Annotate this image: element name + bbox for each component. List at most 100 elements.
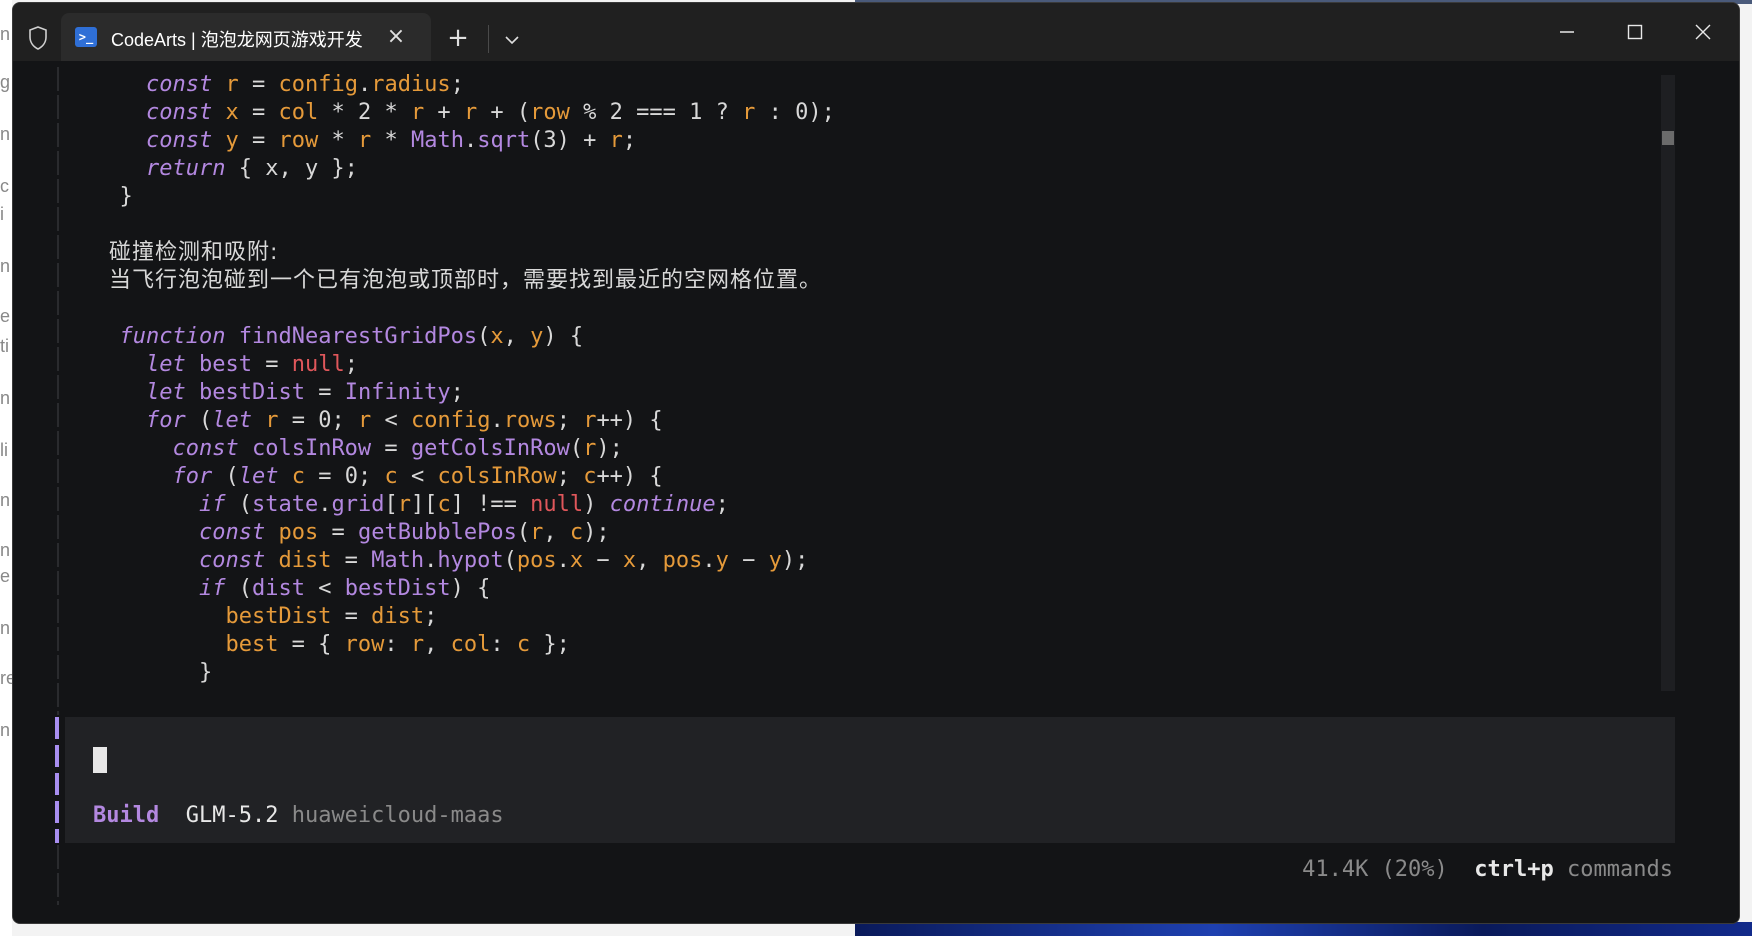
- code-token: +: [424, 100, 464, 125]
- code-token: ;: [344, 352, 358, 377]
- code-line: for (let r = 0; r < config.rows; r++) {: [93, 407, 835, 435]
- code-token: dist: [371, 604, 425, 629]
- code-token: dist: [251, 576, 305, 601]
- code-token: for: [145, 408, 186, 433]
- code-token: ;: [622, 128, 637, 153]
- code-token: colsInRow: [251, 436, 372, 461]
- code-token: <: [397, 464, 438, 489]
- code-token: col: [278, 100, 319, 125]
- close-window-button[interactable]: [1669, 3, 1737, 61]
- code-token: (: [185, 408, 213, 433]
- prompt-status-line: Build GLM-5.2 huaweicloud-maas: [93, 803, 504, 828]
- code-token: + (: [477, 100, 531, 125]
- code-token: (: [503, 548, 517, 573]
- code-token: ,: [503, 324, 531, 349]
- code-line: const dist = Math.hypot(pos.x − x, pos.y…: [93, 547, 835, 575]
- code-token: =: [331, 548, 372, 573]
- code-token: (3) +: [530, 128, 610, 153]
- code-token: r: [583, 408, 597, 433]
- mode-label[interactable]: Build: [93, 803, 159, 828]
- code-token: rows: [503, 408, 557, 433]
- code-token: ): [583, 492, 610, 517]
- code-line: if (dist < bestDist) {: [93, 575, 835, 603]
- code-token: row: [278, 128, 319, 153]
- title-bar: >_ CodeArts | 泡泡龙网页游戏开发 × +: [13, 3, 1739, 61]
- minimize-button[interactable]: [1533, 3, 1601, 61]
- code-token: state: [251, 492, 319, 517]
- scrollbar-thumb[interactable]: [1662, 131, 1674, 145]
- provider-label: huaweicloud-maas: [291, 803, 504, 828]
- code-token: config: [410, 408, 491, 433]
- code-token: null: [291, 352, 345, 377]
- code-line: for (let c = 0; c < colsInRow; c++) {: [93, 463, 835, 491]
- code-token: const: [145, 100, 213, 125]
- new-tab-button[interactable]: +: [443, 23, 473, 53]
- code-token: };: [530, 632, 570, 657]
- powershell-icon: >_: [75, 27, 97, 47]
- code-line: const x = col * 2 * r + r + (row % 2 ===…: [93, 99, 835, 127]
- shield-icon[interactable]: [23, 23, 53, 53]
- code-token: ] !==: [450, 492, 531, 517]
- model-label[interactable]: GLM-5.2: [186, 803, 279, 828]
- code-token: (: [477, 324, 491, 349]
- code-token: c: [569, 520, 584, 545]
- code-token: const: [145, 72, 213, 97]
- code-token: (: [516, 520, 531, 545]
- code-token: row: [530, 100, 570, 125]
- code-token: colsInRow: [437, 464, 557, 489]
- maximize-button[interactable]: [1601, 3, 1669, 61]
- code-token: (: [212, 464, 239, 489]
- code-token: );: [781, 548, 809, 573]
- code-token: .: [463, 128, 478, 153]
- code-line: const colsInRow = getColsInRow(r);: [93, 435, 835, 463]
- code-token: config: [278, 72, 358, 97]
- code-token: =: [304, 380, 345, 405]
- code-token: .: [490, 408, 504, 433]
- terminal-window: >_ CodeArts | 泡泡龙网页游戏开发 × + const r = co…: [12, 2, 1740, 924]
- code-token: function: [119, 324, 226, 349]
- code-token: (: [225, 492, 252, 517]
- terminal-content[interactable]: const r = config.radius; const x = col *…: [13, 61, 1739, 923]
- code-token: c: [516, 632, 531, 657]
- token-usage: 41.4K (20%): [1302, 857, 1448, 882]
- code-token: ) {: [450, 576, 491, 601]
- chevron-down-icon[interactable]: [497, 25, 527, 55]
- desktop-wallpaper: [855, 922, 1752, 936]
- code-token: for: [172, 464, 213, 489]
- scrollbar[interactable]: [1661, 75, 1675, 691]
- code-token: pos: [278, 520, 319, 545]
- code-token: r: [463, 100, 478, 125]
- code-token: x: [622, 548, 637, 573]
- code-token: bestDist: [344, 576, 451, 601]
- code-token: bestDist: [198, 380, 305, 405]
- tab-codearts[interactable]: >_ CodeArts | 泡泡龙网页游戏开发 ×: [61, 13, 431, 61]
- gutter-line-bottom: [57, 845, 59, 905]
- code-token: *: [371, 128, 411, 153]
- code-output: const r = config.radius; const x = col *…: [93, 71, 835, 687]
- code-line: const pos = getBubblePos(r, c);: [93, 519, 835, 547]
- code-token: .: [318, 492, 332, 517]
- code-token: :: [384, 632, 411, 657]
- code-token: =: [371, 436, 411, 461]
- prompt-accent-bar: [55, 717, 59, 843]
- close-tab-icon[interactable]: ×: [383, 24, 409, 50]
- code-token: ;: [556, 408, 584, 433]
- text-cursor: [93, 747, 107, 773]
- code-line: const y = row * r * Math.sqrt(3) + r;: [93, 127, 835, 155]
- code-token: let: [238, 464, 279, 489]
- code-token: let: [145, 380, 186, 405]
- code-token: sqrt: [477, 128, 531, 153]
- code-token: ,: [543, 520, 570, 545]
- code-token: :: [490, 632, 517, 657]
